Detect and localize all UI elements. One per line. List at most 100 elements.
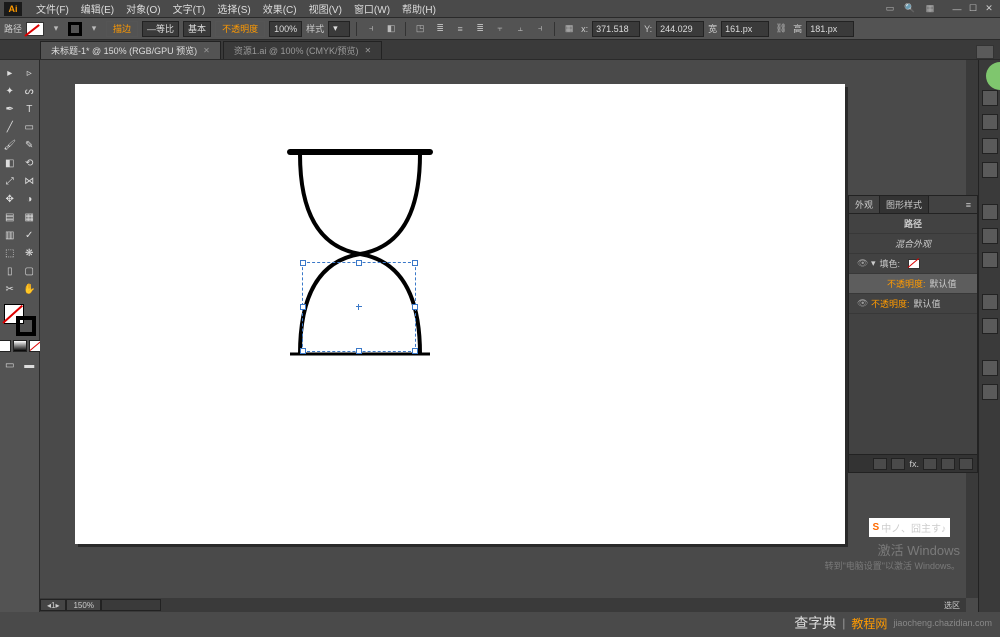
- brush-def[interactable]: 基本: [183, 21, 211, 37]
- dock-gradient-icon[interactable]: [982, 228, 998, 244]
- menu-help[interactable]: 帮助(H): [396, 1, 442, 16]
- scrollbar-horizontal[interactable]: [101, 599, 161, 611]
- h-field[interactable]: 181.px: [806, 21, 854, 37]
- link-wh-icon[interactable]: ⛓: [773, 21, 789, 37]
- panel-tab-appearance[interactable]: 外观: [849, 196, 880, 213]
- tool-rotate[interactable]: ⟲: [20, 154, 40, 172]
- screen-mode-normal[interactable]: ▭: [0, 356, 20, 374]
- opacity-field[interactable]: 100%: [269, 21, 302, 37]
- stroke-link[interactable]: 描边: [106, 21, 138, 37]
- menu-effect[interactable]: 效果(C): [257, 1, 303, 16]
- stroke-weight[interactable]: —等比: [142, 21, 179, 37]
- screen-mode-full[interactable]: ▬: [20, 356, 40, 374]
- fill-swatch[interactable]: [26, 22, 44, 36]
- tool-free-transform[interactable]: ✥: [0, 190, 20, 208]
- panel-fx-label[interactable]: fx.: [909, 459, 919, 469]
- w-field[interactable]: 161.px: [721, 21, 769, 37]
- appearance-opacity-row-2[interactable]: 👁不透明度:默认值: [849, 294, 977, 314]
- menu-file[interactable]: 文件(F): [30, 1, 75, 16]
- tool-type[interactable]: T: [20, 100, 40, 118]
- dock-graphic-styles-icon[interactable]: [982, 318, 998, 334]
- panel-clear-icon[interactable]: [923, 458, 937, 470]
- appearance-opacity-row-1[interactable]: 不透明度:默认值: [849, 274, 977, 294]
- align-right-icon[interactable]: ≣: [472, 21, 488, 37]
- ref-point-icon[interactable]: ▦: [561, 21, 577, 37]
- window-minimize[interactable]: —: [950, 3, 964, 15]
- fill-stroke-selector[interactable]: [4, 304, 36, 336]
- tab-inactive[interactable]: 资源1.ai @ 100% (CMYK/预览)✕: [223, 41, 382, 59]
- tool-line[interactable]: ╱: [0, 118, 20, 136]
- menu-type[interactable]: 文字(T): [167, 1, 212, 16]
- tool-hand[interactable]: ✋: [20, 280, 40, 298]
- tool-lasso[interactable]: ᔕ: [20, 82, 40, 100]
- dock-color-icon[interactable]: [982, 90, 998, 106]
- tool-scale[interactable]: ⤢: [0, 172, 20, 190]
- panel-new-stroke-icon[interactable]: [891, 458, 905, 470]
- align-center-icon[interactable]: ≡: [452, 21, 468, 37]
- tool-eyedropper[interactable]: ✓: [20, 226, 40, 244]
- selection-bounding-box[interactable]: [302, 262, 416, 352]
- stroke-dropdown-icon[interactable]: ▾: [86, 21, 102, 37]
- tool-slice[interactable]: ✂: [0, 280, 20, 298]
- tool-gradient[interactable]: ▥: [0, 226, 20, 244]
- panel-tab-graphic-styles[interactable]: 图形样式: [880, 196, 929, 213]
- layout-switch-icon[interactable]: ▭: [882, 1, 898, 17]
- shape-mode-icon[interactable]: ◧: [383, 21, 399, 37]
- tool-artboard[interactable]: ▢: [20, 262, 40, 280]
- fill-dropdown-icon[interactable]: ▾: [48, 21, 64, 37]
- style-dropdown[interactable]: ▾: [328, 21, 350, 37]
- align-icon[interactable]: ⫞: [363, 21, 379, 37]
- tool-selection[interactable]: ▸: [0, 64, 20, 82]
- menu-object[interactable]: 对象(O): [120, 1, 166, 16]
- transform-ref-icon[interactable]: ◳: [412, 21, 428, 37]
- tool-symbol[interactable]: ❋: [20, 244, 40, 262]
- dock-appearance-icon[interactable]: [982, 294, 998, 310]
- align-mid-icon[interactable]: ⫠: [512, 21, 528, 37]
- opacity-link[interactable]: 不透明度: [215, 21, 265, 37]
- window-close[interactable]: ✕: [982, 3, 996, 15]
- y-field[interactable]: 244.029: [656, 21, 704, 37]
- close-tab-icon[interactable]: ✕: [365, 46, 372, 55]
- menu-select[interactable]: 选择(S): [211, 1, 256, 16]
- dock-stroke-icon[interactable]: [982, 204, 998, 220]
- dock-layers-icon[interactable]: [982, 360, 998, 376]
- tool-direct-selection[interactable]: ▹: [20, 64, 40, 82]
- tool-magic-wand[interactable]: ✦: [0, 82, 20, 100]
- arrange-icon[interactable]: ▦: [922, 1, 938, 17]
- dock-transparency-icon[interactable]: [982, 252, 998, 268]
- align-top-icon[interactable]: ⫟: [492, 21, 508, 37]
- tool-pen[interactable]: ✒: [0, 100, 20, 118]
- fill-mode-gradient[interactable]: [13, 340, 27, 352]
- tool-blend[interactable]: ⬚: [0, 244, 20, 262]
- dock-brushes-icon[interactable]: [982, 138, 998, 154]
- tool-perspective[interactable]: ▤: [0, 208, 20, 226]
- tool-paintbrush[interactable]: 🖌: [0, 136, 20, 154]
- stroke-swatch[interactable]: [68, 22, 82, 36]
- panel-delete-icon[interactable]: [959, 458, 973, 470]
- align-left-icon[interactable]: ≣: [432, 21, 448, 37]
- fill-mode-color[interactable]: [0, 340, 11, 352]
- panel-duplicate-icon[interactable]: [941, 458, 955, 470]
- tool-mesh[interactable]: ▦: [20, 208, 40, 226]
- dock-artboards-icon[interactable]: [982, 384, 998, 400]
- x-field[interactable]: 371.518: [592, 21, 640, 37]
- menu-view[interactable]: 视图(V): [303, 1, 348, 16]
- tool-rectangle[interactable]: ▭: [20, 118, 40, 136]
- close-tab-icon[interactable]: ✕: [203, 46, 210, 55]
- doc-window-controls[interactable]: [976, 45, 994, 59]
- tool-eraser[interactable]: ◧: [0, 154, 20, 172]
- tool-shape-builder[interactable]: ◑: [20, 190, 40, 208]
- search-icon[interactable]: 🔍: [902, 1, 918, 17]
- tab-active[interactable]: 未标题-1* @ 150% (RGB/GPU 预览)✕: [40, 41, 221, 59]
- menu-edit[interactable]: 编辑(E): [75, 1, 120, 16]
- canvas-area[interactable]: ◂ 1 ▸ 150% 选区: [40, 60, 978, 612]
- align-bot-icon[interactable]: ⫞: [532, 21, 548, 37]
- panel-menu-icon[interactable]: ≡: [960, 196, 977, 213]
- dock-swatches-icon[interactable]: [982, 114, 998, 130]
- tool-width[interactable]: ⋈: [20, 172, 40, 190]
- dock-symbols-icon[interactable]: [982, 162, 998, 178]
- panel-new-fill-icon[interactable]: [873, 458, 887, 470]
- menu-window[interactable]: 窗口(W): [348, 1, 396, 16]
- window-maximize[interactable]: ☐: [966, 3, 980, 15]
- artboard-nav[interactable]: ◂ 1 ▸: [40, 599, 66, 611]
